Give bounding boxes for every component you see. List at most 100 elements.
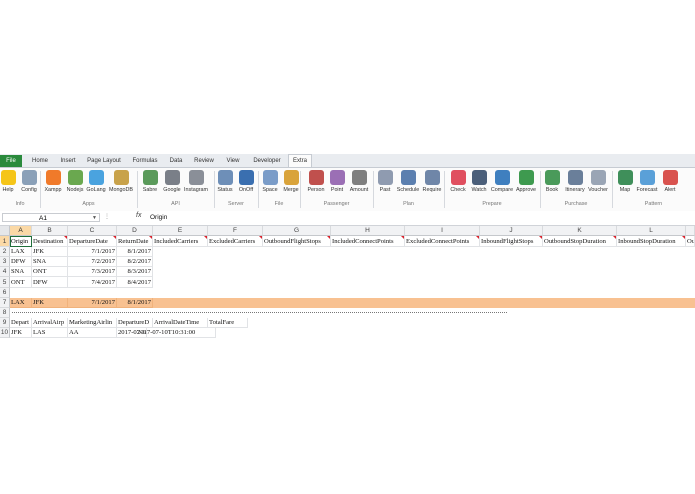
watch-button[interactable]: Watch (469, 170, 489, 200)
help-button[interactable]: Help (0, 170, 16, 200)
cell[interactable]: JFK (10, 328, 32, 338)
select-all-corner[interactable] (0, 226, 10, 236)
name-box-dropdown-icon[interactable]: ▼ (92, 214, 97, 223)
cell[interactable]: JFK (32, 298, 68, 308)
column-header-h[interactable]: H (331, 226, 405, 236)
config-button[interactable]: Config (19, 170, 39, 200)
tab-extra[interactable]: Extra (288, 154, 312, 167)
cell[interactable]: IncludedConnectPoints (331, 236, 405, 247)
cell[interactable]: LAS (32, 328, 68, 338)
cell[interactable]: 7/4/2017 (68, 277, 117, 288)
cell[interactable]: 7/3/2017 (68, 267, 117, 277)
column-header-l[interactable]: L (617, 226, 686, 236)
cell[interactable]: ReturnDate (117, 236, 153, 247)
column-header-e[interactable]: E (153, 226, 208, 236)
row-header-6[interactable]: 6 (0, 288, 10, 298)
cell[interactable]: LAX (10, 298, 32, 308)
alert-button[interactable]: Alert (662, 170, 678, 200)
cell[interactable]: 8/1/2017 (117, 247, 153, 257)
cell[interactable]: TotalFare (208, 318, 248, 328)
row-header-1[interactable]: 1 (0, 236, 10, 247)
person-button[interactable]: Person (305, 170, 327, 200)
formula-options-icon[interactable]: ⋮ (104, 213, 110, 220)
cell[interactable]: InboundStopDuration (617, 236, 686, 247)
xampp-button[interactable]: Xampp (43, 170, 63, 200)
nodejs-button[interactable]: Nodejs (65, 170, 85, 200)
past-button[interactable]: Past (376, 170, 394, 200)
cell[interactable]: ExcludedCarriers (208, 236, 263, 247)
row-header-7[interactable]: 7 (0, 298, 10, 308)
book-button[interactable]: Book (543, 170, 561, 200)
cell[interactable]: Destination (32, 236, 68, 247)
formula-input[interactable]: Origin (150, 213, 167, 223)
cell[interactable]: DepartureD (117, 318, 153, 328)
column-header-a[interactable]: A (10, 226, 32, 236)
column-header-j[interactable]: J (480, 226, 543, 236)
forecast-button[interactable]: Forecast (635, 170, 659, 200)
status-button[interactable]: Status (215, 170, 235, 200)
row-header-9[interactable]: 9 (0, 318, 10, 328)
worksheet-grid[interactable]: A B C D E F G H I J K L 1 2 3 4 5 6 7 8 9 10 Origin Destination… (0, 226, 695, 340)
cell[interactable]: 7/1/2017 (68, 247, 117, 257)
golang-button[interactable]: GoLang (86, 170, 106, 200)
cell[interactable]: IncludedCarriers (153, 236, 208, 247)
sabre-button[interactable]: Sabre (140, 170, 160, 200)
check-button[interactable]: Check (448, 170, 468, 200)
tab-formulas[interactable]: Formulas (128, 155, 162, 167)
cell[interactable]: DepartureDate (68, 236, 117, 247)
tab-developer[interactable]: Developer (248, 155, 286, 167)
mongodb-button[interactable]: MongoDB (108, 170, 134, 200)
row-header-4[interactable]: 4 (0, 267, 10, 277)
tab-insert[interactable]: Insert (56, 155, 80, 167)
cell[interactable]: DFW (32, 277, 68, 288)
cell[interactable]: 7/2/2017 (68, 257, 117, 267)
cell[interactable]: ONT (10, 277, 32, 288)
insert-function-icon[interactable]: fx (136, 212, 141, 219)
cell[interactable]: 8/3/2017 (117, 267, 153, 277)
cell[interactable]: Depart (10, 318, 32, 328)
cell[interactable]: ExcludedConnectPoints (405, 236, 480, 247)
cell[interactable]: InboundFlightStops (480, 236, 543, 247)
tab-review[interactable]: Review (190, 155, 218, 167)
column-header-g[interactable]: G (263, 226, 331, 236)
row-header-2[interactable]: 2 (0, 247, 10, 257)
approve-button[interactable]: Approve (514, 170, 538, 200)
point-button[interactable]: Point (327, 170, 347, 200)
column-header-c[interactable]: C (68, 226, 117, 236)
cell[interactable]: 8/4/2017 (117, 277, 153, 288)
row-header-5[interactable]: 5 (0, 277, 10, 288)
cell[interactable]: SNA (10, 267, 32, 277)
column-header-i[interactable]: I (405, 226, 480, 236)
row-header-8[interactable]: 8 (0, 308, 10, 318)
cell[interactable]: 8/2/2017 (117, 257, 153, 267)
schedule-button[interactable]: Schedule (396, 170, 420, 200)
onoff-button[interactable]: OnOff (236, 170, 256, 200)
column-header-f[interactable]: F (208, 226, 263, 236)
cell[interactable]: AA (68, 328, 117, 338)
cell[interactable]: ArrivalDateTime (153, 318, 208, 328)
tab-home[interactable]: Home (28, 155, 52, 167)
space-button[interactable]: Space (260, 170, 280, 200)
cell[interactable]: ONT (32, 267, 68, 277)
tab-view[interactable]: View (222, 155, 244, 167)
cell[interactable]: OutboundStopDuration (543, 236, 617, 247)
merge-button[interactable]: Merge (281, 170, 301, 200)
compare-button[interactable]: Compare (490, 170, 514, 200)
require-button[interactable]: Require (421, 170, 443, 200)
tab-file[interactable]: File (0, 155, 22, 167)
name-box[interactable]: A1 ▼ (2, 213, 100, 222)
cell[interactable]: JFK (32, 247, 68, 257)
cell[interactable]: MarketingAirlin (68, 318, 117, 328)
itinerary-button[interactable]: Itinerary (563, 170, 587, 200)
google-button[interactable]: Google (161, 170, 183, 200)
active-cell[interactable]: Origin (10, 236, 32, 247)
row-header-10[interactable]: 10 (0, 328, 10, 338)
map-button[interactable]: Map (616, 170, 634, 200)
column-header-d[interactable]: D (117, 226, 153, 236)
tab-data[interactable]: Data (166, 155, 186, 167)
cell[interactable]: 7/1/2017 (68, 298, 117, 308)
cell[interactable]: ArrivalAirp (32, 318, 68, 328)
instagram-button[interactable]: Instagram (183, 170, 209, 200)
column-header-k[interactable]: K (543, 226, 617, 236)
tab-page-layout[interactable]: Page Layout (84, 155, 124, 167)
